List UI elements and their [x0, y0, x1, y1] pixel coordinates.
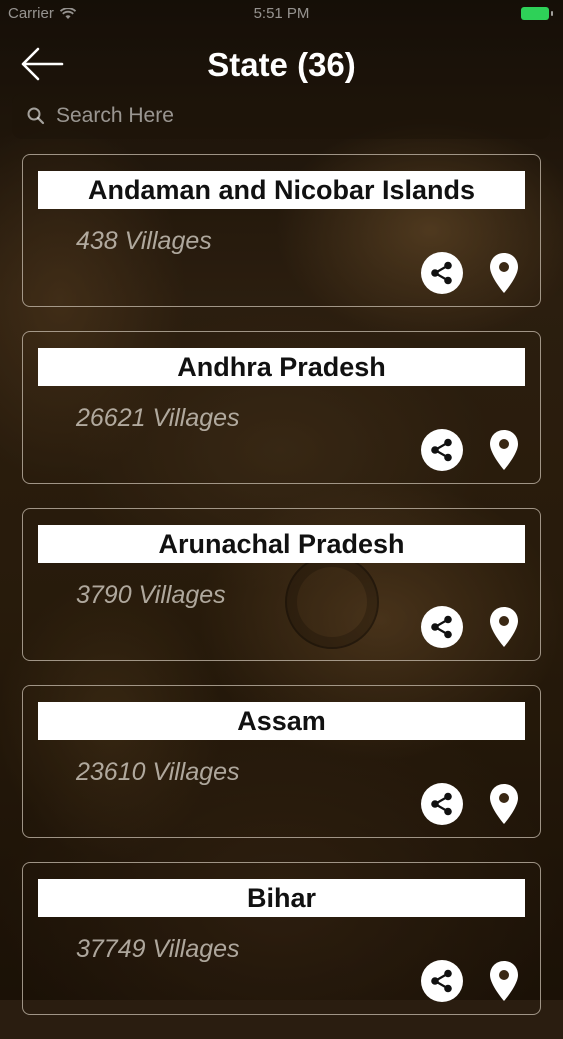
state-list-item[interactable]: Andaman and Nicobar Islands 438 Villages [22, 154, 541, 307]
share-icon [431, 261, 452, 285]
village-count: 438 Villages [76, 227, 212, 255]
state-list-item[interactable]: Bihar 37749 Villages [22, 862, 541, 1015]
map-pin-icon [490, 607, 518, 647]
location-button[interactable] [488, 251, 520, 295]
state-list-item[interactable]: Arunachal Pradesh 3790 Villages [22, 508, 541, 661]
location-button[interactable] [488, 605, 520, 649]
status-time: 5:51 PM [253, 5, 310, 22]
village-count: 37749 Villages [76, 935, 240, 963]
nav-header: State (36) [0, 30, 563, 100]
share-button[interactable] [421, 960, 463, 1002]
share-icon [431, 969, 452, 993]
map-pin-icon [490, 784, 518, 824]
location-button[interactable] [488, 959, 520, 1003]
map-pin-icon [490, 253, 518, 293]
state-name: Andhra Pradesh [38, 348, 525, 386]
map-pin-icon [490, 961, 518, 1001]
search-input[interactable] [54, 103, 550, 129]
battery-icon [521, 7, 553, 20]
share-icon [431, 792, 452, 816]
page-title: State (36) [207, 46, 356, 83]
state-name: Bihar [38, 879, 525, 917]
share-icon [431, 438, 452, 462]
state-list: Andaman and Nicobar Islands 438 Villages… [22, 154, 541, 1039]
share-button[interactable] [421, 252, 463, 294]
search-bar[interactable] [12, 93, 550, 139]
location-button[interactable] [488, 782, 520, 826]
state-name: Assam [38, 702, 525, 740]
state-name: Andaman and Nicobar Islands [38, 171, 525, 209]
village-count: 26621 Villages [76, 404, 240, 432]
share-button[interactable] [421, 606, 463, 648]
state-name: Arunachal Pradesh [38, 525, 525, 563]
status-bar: Carrier 5:51 PM [0, 0, 563, 30]
state-list-item[interactable]: Andhra Pradesh 26621 Villages [22, 331, 541, 484]
search-icon [27, 107, 45, 125]
location-button[interactable] [488, 428, 520, 472]
share-button[interactable] [421, 783, 463, 825]
map-pin-icon [490, 430, 518, 470]
village-count: 3790 Villages [76, 581, 226, 609]
village-count: 23610 Villages [76, 758, 240, 786]
share-button[interactable] [421, 429, 463, 471]
state-list-item[interactable]: Assam 23610 Villages [22, 685, 541, 838]
share-icon [431, 615, 452, 639]
